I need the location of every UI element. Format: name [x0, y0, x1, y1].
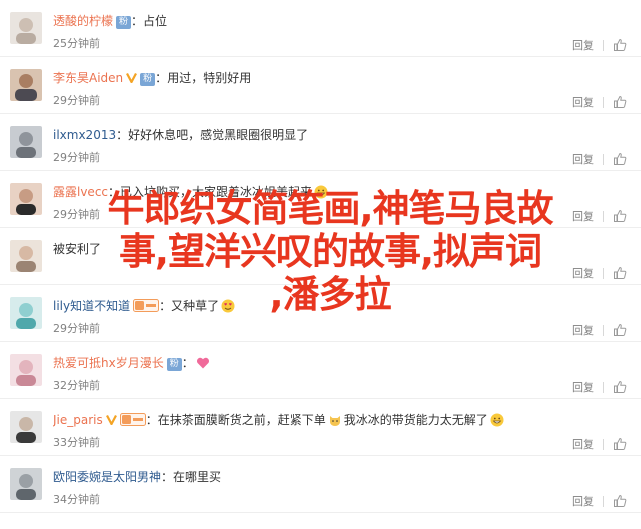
- comment-item: 热爱可抵hx岁月漫长粉： 32分钟前 回复: [0, 342, 641, 399]
- comment-item: 欧阳委婉是太阳男神：在哪里买 34分钟前 回复: [0, 456, 641, 513]
- like-thumb-icon[interactable]: [613, 152, 627, 166]
- comment-text: 在抹茶面膜断货之前，赶紧下单: [157, 413, 326, 427]
- reply-button[interactable]: 回复: [572, 436, 594, 452]
- headline-overlay: 牛郎织女简笔画,神笔马良故 事,望洋兴叹的故事,拟声词 ,潘多拉: [30, 187, 630, 316]
- grin-icon: [490, 413, 504, 427]
- headline-line-3: ,潘多拉: [269, 273, 391, 316]
- avatar[interactable]: [10, 69, 42, 101]
- vip-v-icon: [105, 414, 117, 425]
- comment-time: 25分钟前: [53, 37, 100, 50]
- comment-time: 29分钟前: [53, 151, 100, 164]
- fan-badge: 粉: [140, 73, 156, 86]
- comment-item: ilxmx2013：好好休息吧，感觉黑眼圈很明显了 29分钟前 回复: [0, 114, 641, 171]
- comment-time: 29分钟前: [53, 322, 100, 335]
- avatar[interactable]: [10, 354, 42, 386]
- comment-item: Jie_paris ：在抹茶面膜断货之前，赶紧下单 我冰冰的带货能力太无解了 33分…: [0, 399, 641, 456]
- commenter-name[interactable]: 李东昊Aiden: [53, 71, 123, 85]
- fan-badge: 粉: [116, 16, 132, 29]
- reply-button[interactable]: 回复: [572, 151, 594, 167]
- headline-line-1: 牛郎织女简笔画,神笔马良故: [107, 187, 553, 230]
- like-thumb-icon[interactable]: [613, 38, 627, 52]
- like-thumb-icon[interactable]: [613, 323, 627, 337]
- commenter-name[interactable]: 欧阳委婉是太阳男神: [53, 470, 161, 484]
- comment-text: 好好休息吧，感觉黑眼圈很明显了: [128, 128, 309, 142]
- reply-button[interactable]: 回复: [572, 94, 594, 110]
- comment-text: 在哪里买: [173, 470, 222, 484]
- comment-time: 34分钟前: [53, 493, 100, 506]
- commenter-name[interactable]: ilxmx2013: [53, 128, 116, 142]
- comment-time: 33分钟前: [53, 436, 100, 449]
- comment-text: 用过，特别好用: [167, 71, 252, 85]
- comment-item: 透酸的柠檬粉：占位 25分钟前 回复: [0, 0, 641, 57]
- comment-text: 占位: [143, 14, 168, 28]
- avatar[interactable]: [10, 468, 42, 500]
- reply-button[interactable]: 回复: [572, 37, 594, 53]
- cat-icon: [329, 416, 340, 426]
- vip-v-icon: [126, 72, 138, 83]
- like-thumb-icon[interactable]: [613, 380, 627, 394]
- avatar[interactable]: [10, 411, 42, 443]
- heart-icon: [196, 357, 209, 369]
- commenter-name[interactable]: 透酸的柠檬: [53, 14, 113, 28]
- like-thumb-icon[interactable]: [613, 95, 627, 109]
- comment-text-continued: 我冰冰的带货能力太无解了: [343, 413, 488, 427]
- reply-button[interactable]: 回复: [572, 379, 594, 395]
- headline-line-2: 事,望洋兴叹的故事,拟声词: [118, 230, 542, 273]
- reply-button[interactable]: 回复: [572, 493, 594, 509]
- like-thumb-icon[interactable]: [613, 494, 627, 508]
- commenter-name[interactable]: 热爱可抵hx岁月漫长: [53, 356, 164, 370]
- reply-button[interactable]: 回复: [572, 322, 594, 338]
- comment-item: 李东昊Aiden 粉：用过，特别好用 29分钟前 回复: [0, 57, 641, 114]
- commenter-name[interactable]: Jie_paris: [53, 413, 103, 427]
- avatar[interactable]: [10, 12, 42, 44]
- avatar[interactable]: [10, 126, 42, 158]
- comment-time: 29分钟前: [53, 94, 100, 107]
- like-thumb-icon[interactable]: [613, 437, 627, 451]
- grade-badge-icon: [119, 413, 146, 426]
- comment-time: 32分钟前: [53, 379, 100, 392]
- fan-badge: 粉: [166, 358, 182, 371]
